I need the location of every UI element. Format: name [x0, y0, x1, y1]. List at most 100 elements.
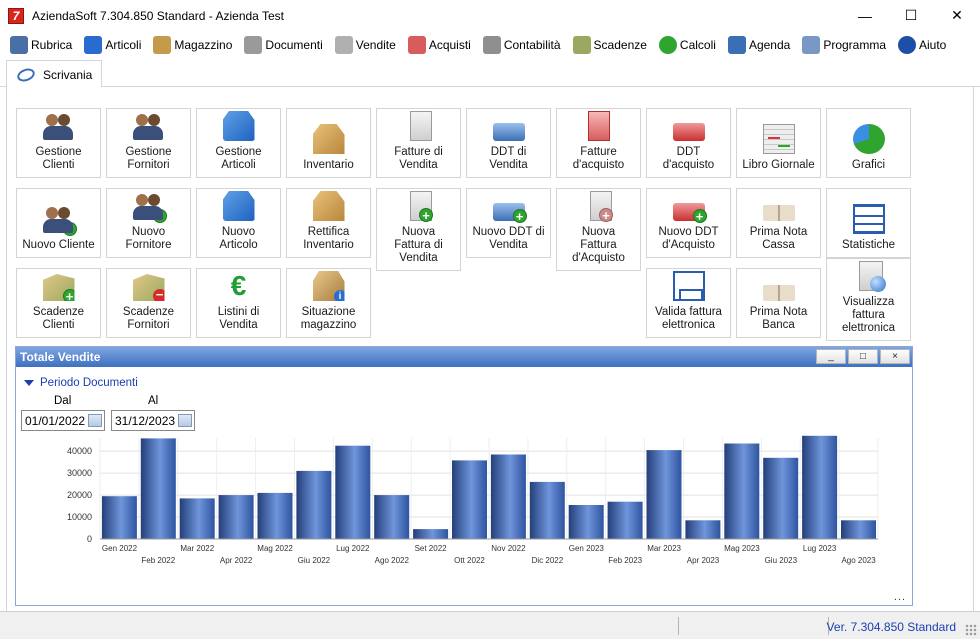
tile-inventario[interactable]: Inventario [286, 108, 371, 178]
tile-nuovo-cliente[interactable]: + Nuovo Cliente [16, 188, 101, 258]
menu-vendite[interactable]: Vendite [334, 36, 396, 54]
maximize-button[interactable]: ☐ [888, 0, 934, 31]
boxes-icon [153, 36, 172, 54]
chart-bar[interactable] [568, 505, 604, 539]
add-purchase-invoice-icon: + [590, 191, 613, 222]
tile-nuovo-fornitore[interactable]: + Nuovo Fornitore [106, 188, 191, 258]
al-date-field[interactable]: 31/12/2023 [111, 410, 195, 431]
minimize-button[interactable]: — [842, 0, 888, 31]
panel-restore-button[interactable]: □ [848, 349, 878, 364]
tile-statistiche[interactable]: Statistiche [826, 188, 911, 258]
close-button[interactable]: ✕ [934, 0, 980, 31]
tile-scadenze-clienti[interactable]: + Scadenze Clienti [16, 268, 101, 338]
menu-acquisti[interactable]: Acquisti [407, 36, 471, 54]
chart-bar[interactable] [374, 495, 410, 539]
cash-book-icon [762, 205, 795, 221]
tile-nuovo-ddt-acquisto[interactable]: + Nuovo DDT d'Acquisto [646, 188, 731, 258]
add-supplier-icon: + [132, 191, 167, 223]
menu-aiuto[interactable]: Aiuto [898, 36, 946, 54]
address-book-icon [10, 36, 28, 54]
x-tick-label: Feb 2022 [141, 556, 175, 565]
menu-contabilita[interactable]: Contabilità [482, 36, 561, 54]
status-bar: Ver. 7.304.850 Standard [0, 611, 980, 639]
menu-agenda[interactable]: Agenda [727, 36, 790, 54]
tile-fatture-acquisto[interactable]: Fatture d'acquisto [556, 108, 641, 178]
x-tick-label: Mar 2023 [647, 544, 681, 553]
panel-minimize-button[interactable]: _ [816, 349, 846, 364]
menu-calcoli[interactable]: Calcoli [658, 36, 716, 54]
x-tick-label: Mar 2022 [180, 544, 214, 553]
x-tick-label: Ott 2022 [454, 556, 485, 565]
menu-programma[interactable]: Programma [802, 36, 886, 54]
tile-visualizza-fattura[interactable]: Visualizza fattura elettronica [826, 258, 911, 341]
menu-articoli[interactable]: Articoli [84, 36, 141, 54]
tile-nuovo-ddt-vendita[interactable]: + Nuovo DDT di Vendita [466, 188, 551, 258]
x-tick-label: Lug 2022 [336, 544, 370, 553]
add-purchase-ddt-icon: + [672, 203, 707, 223]
chart-bar[interactable] [257, 492, 293, 539]
chart-bar[interactable] [101, 496, 137, 539]
chart-bar[interactable] [607, 501, 643, 539]
chart-bar[interactable] [724, 443, 760, 540]
tile-gestione-clienti[interactable]: Gestione Clienti [16, 108, 101, 178]
chart-bar[interactable] [218, 495, 254, 539]
chart-bar[interactable] [452, 460, 487, 539]
chart-bar[interactable] [802, 435, 838, 539]
tab-strip: Scrivania [0, 59, 980, 88]
tile-fatture-vendita[interactable]: Fatture di Vendita [376, 108, 461, 178]
chart-bar[interactable] [841, 520, 876, 539]
calendar-icon[interactable] [178, 414, 192, 427]
app-logo-icon[interactable]: 7 [8, 7, 24, 24]
purchase-doc-icon [407, 36, 426, 54]
chart-bar[interactable] [763, 457, 799, 539]
chart-bar[interactable] [490, 454, 526, 540]
tile-nuovo-articolo[interactable]: Nuovo Articolo [196, 188, 281, 258]
cubes-icon [84, 36, 103, 54]
menu-documenti[interactable]: Documenti [244, 36, 323, 54]
tile-rettifica-inventario[interactable]: Rettifica Inventario [286, 188, 371, 258]
e-invoice-view-icon [858, 261, 886, 292]
panel-close-button[interactable]: × [880, 349, 910, 364]
chart-bar[interactable] [296, 470, 332, 539]
map-flag-icon [572, 36, 591, 54]
chart-bar[interactable] [685, 520, 721, 539]
help-icon [898, 36, 916, 54]
tile-libro-giornale[interactable]: Libro Giornale [736, 108, 821, 178]
chart-bar[interactable] [140, 438, 176, 539]
tile-nuova-fattura-acquisto[interactable]: + Nuova Fattura d'Acquisto [556, 188, 641, 271]
pie-chart-icon [852, 124, 885, 154]
supplier-deadlines-icon: − [132, 274, 165, 301]
dal-date-field[interactable]: 01/01/2022 [21, 410, 105, 431]
x-tick-label: Mag 2023 [724, 544, 760, 553]
tile-prima-nota-cassa[interactable]: Prima Nota Cassa [736, 188, 821, 258]
tile-prima-nota-banca[interactable]: Prima Nota Banca [736, 268, 821, 338]
tile-listini-vendita[interactable]: € Listini di Vendita [196, 268, 281, 338]
tile-gestione-fornitori[interactable]: Gestione Fornitori [106, 108, 191, 178]
chart-bar[interactable] [646, 450, 682, 539]
x-tick-label: Lug 2023 [803, 544, 837, 553]
resize-grip-icon[interactable] [965, 624, 977, 636]
tile-valida-fattura[interactable]: Valida fattura elettronica [646, 268, 731, 338]
tile-situazione-magazzino[interactable]: Situazione magazzino [286, 268, 371, 338]
x-tick-label: Giu 2022 [298, 556, 331, 565]
tile-nuova-fattura-vendita[interactable]: + Nuova Fattura di Vendita [376, 188, 461, 271]
menu-scadenze[interactable]: Scadenze [572, 36, 647, 54]
tile-ddt-vendita[interactable]: DDT di Vendita [466, 108, 551, 178]
tile-gestione-articoli[interactable]: Gestione Articoli [196, 108, 281, 178]
tab-scrivania[interactable]: Scrivania [6, 60, 102, 88]
more-options[interactable]: ... [894, 591, 906, 603]
tile-ddt-acquisto[interactable]: DDT d'acquisto [646, 108, 731, 178]
ledger-icon [762, 124, 795, 154]
chart-bar[interactable] [335, 445, 371, 539]
menu-magazzino[interactable]: Magazzino [153, 36, 232, 54]
tile-grafici[interactable]: Grafici [826, 108, 911, 178]
tile-scadenze-fornitori[interactable]: − Scadenze Fornitori [106, 268, 191, 338]
periodo-toggle[interactable]: Periodo Documenti [24, 377, 138, 389]
menu-bar: Rubrica Articoli Magazzino Documenti Ven… [0, 31, 980, 59]
calendar-icon[interactable] [88, 414, 102, 427]
menu-rubrica[interactable]: Rubrica [10, 36, 72, 54]
x-tick-label: Feb 2023 [608, 556, 642, 565]
chart-bar[interactable] [413, 529, 449, 539]
chart-bar[interactable] [529, 481, 565, 539]
chart-bar[interactable] [179, 498, 215, 539]
